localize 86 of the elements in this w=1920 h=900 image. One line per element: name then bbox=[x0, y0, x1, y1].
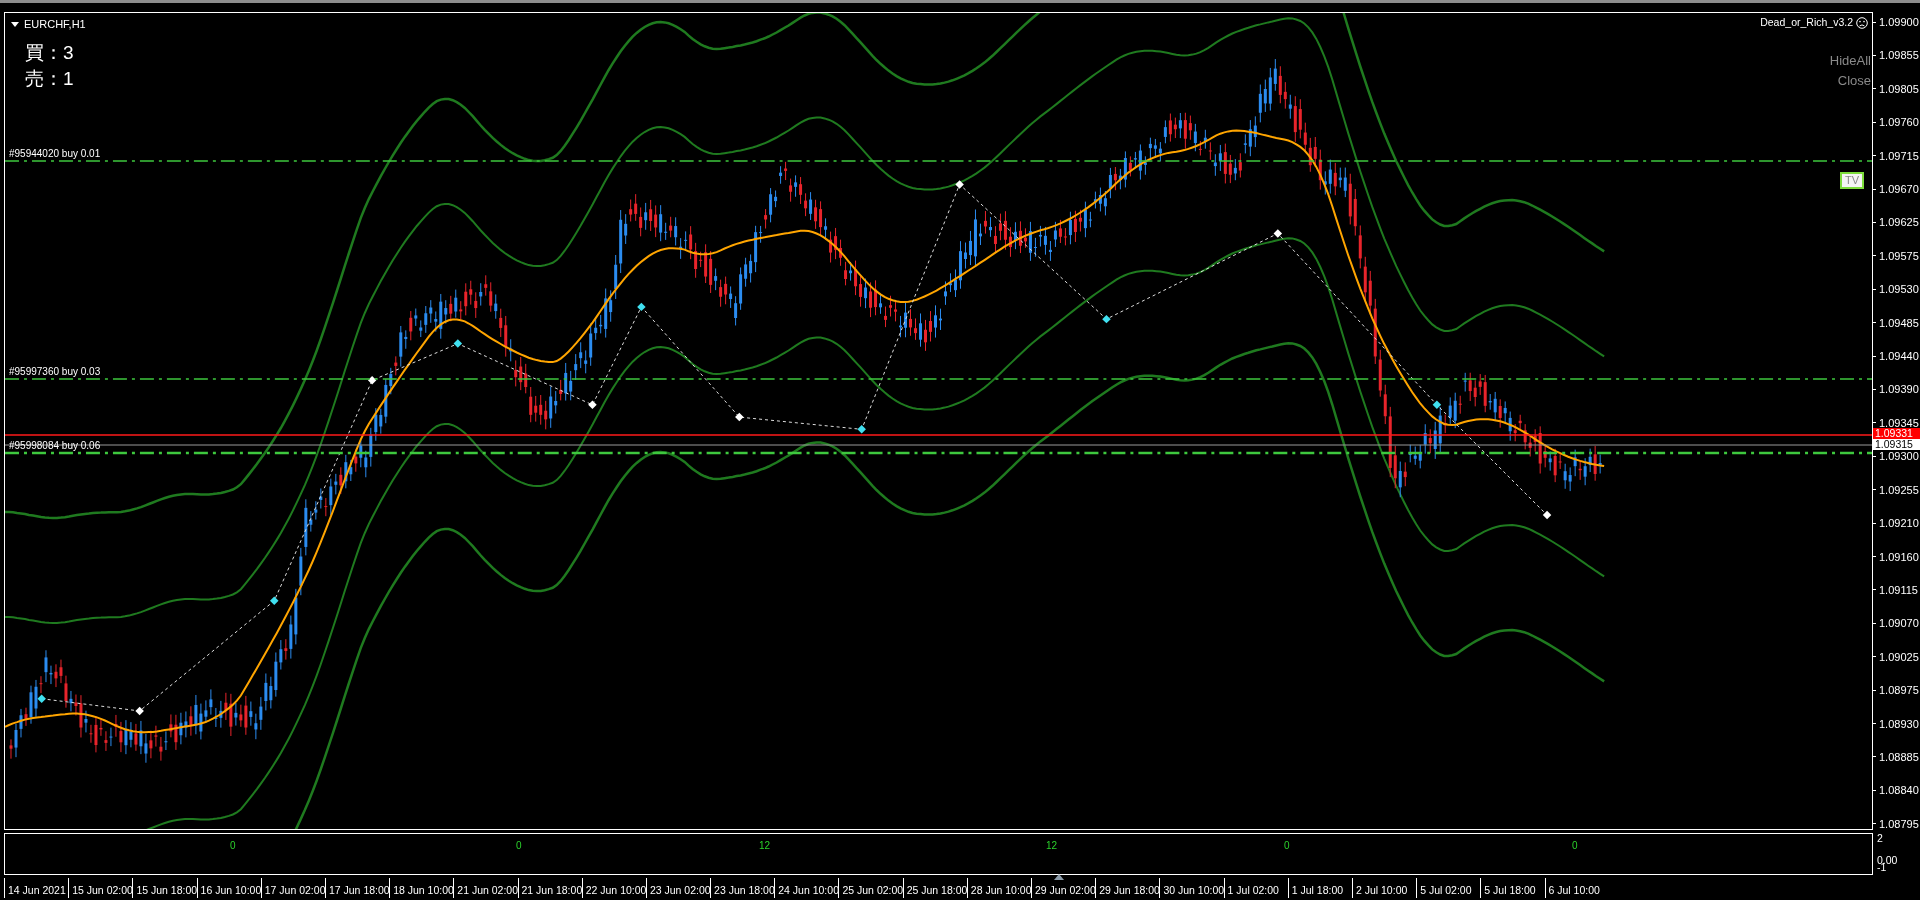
price-tick: 1.09805 bbox=[1879, 82, 1919, 95]
chart-title: EURCHF,H1 bbox=[24, 17, 86, 32]
diamond-marker bbox=[588, 400, 597, 410]
price-tick: 1.09760 bbox=[1879, 116, 1919, 129]
diamond-marker bbox=[270, 596, 279, 605]
indicator-label: 0 bbox=[1572, 839, 1578, 853]
price-tick: 1.08930 bbox=[1879, 717, 1919, 730]
time-label: 17 Jun 18:00 bbox=[324, 878, 390, 898]
indicator-scale: 2 bbox=[1877, 833, 1883, 844]
time-label: 28 Jun 10:00 bbox=[966, 878, 1031, 898]
order-label: #95944020 buy 0.01 bbox=[9, 147, 101, 161]
time-label: 16 Jun 10:00 bbox=[196, 878, 261, 898]
price-tick: 1.09900 bbox=[1879, 16, 1919, 28]
time-label: 21 Jun 02:00 bbox=[453, 878, 518, 898]
diamond-marker bbox=[1542, 510, 1552, 520]
price-tick: 1.09160 bbox=[1879, 550, 1919, 563]
position-count: 買：3 bbox=[25, 41, 74, 65]
indicator-label: 0 bbox=[1284, 839, 1290, 853]
diamond-marker bbox=[135, 706, 144, 716]
time-label: 6 Jul 10:00 bbox=[1544, 878, 1609, 898]
price-tick: 1.09485 bbox=[1879, 316, 1919, 329]
indicator-label: 0 bbox=[230, 839, 236, 853]
diamond-marker bbox=[1432, 400, 1442, 410]
price-tick: 1.09715 bbox=[1879, 149, 1919, 162]
price-tick: 1.09855 bbox=[1879, 49, 1919, 62]
price-tick: 1.09025 bbox=[1879, 650, 1919, 663]
time-label: 24 Jun 10:00 bbox=[774, 878, 839, 898]
diamond-marker bbox=[955, 180, 964, 189]
time-label: 2 Jul 10:00 bbox=[1351, 878, 1417, 898]
time-label: 14 Jun 2021 bbox=[4, 878, 69, 898]
scroll-marker-icon[interactable] bbox=[1054, 874, 1064, 880]
indicator-label: 0 bbox=[516, 839, 522, 853]
price-tick: 1.09255 bbox=[1879, 483, 1919, 496]
diamond-marker bbox=[637, 302, 646, 312]
caret-icon[interactable] bbox=[11, 21, 19, 27]
price-tick: 1.09670 bbox=[1879, 183, 1919, 196]
time-label: 15 Jun 18:00 bbox=[132, 878, 197, 898]
bid-price-tag: 1.09331 bbox=[1873, 428, 1920, 439]
price-tick: 1.08885 bbox=[1879, 750, 1919, 763]
price-tick: 1.08975 bbox=[1879, 684, 1919, 697]
price-tick: 1.09625 bbox=[1879, 216, 1919, 229]
position-count: 売：1 bbox=[25, 67, 74, 91]
time-label: 1 Jul 02:00 bbox=[1223, 878, 1288, 898]
indicator-label: 12 bbox=[1046, 839, 1058, 853]
order-label: #95997360 buy 0.03 bbox=[9, 365, 101, 379]
diamond-marker bbox=[857, 425, 866, 434]
price-tick: 1.08795 bbox=[1879, 817, 1919, 830]
order-label: #95998084 buy 0.06 bbox=[9, 439, 101, 453]
time-label: 23 Jun 02:00 bbox=[645, 878, 711, 898]
time-label: 30 Jun 10:00 bbox=[1159, 878, 1224, 898]
price-tick: 1.09210 bbox=[1879, 517, 1919, 530]
price-tick: 1.08840 bbox=[1879, 784, 1919, 797]
price-tick: 1.09300 bbox=[1879, 450, 1919, 463]
time-label: 21 Jun 18:00 bbox=[517, 878, 582, 898]
time-label: 5 Jul 02:00 bbox=[1416, 878, 1481, 898]
time-label: 29 Jun 18:00 bbox=[1095, 878, 1160, 898]
diamond-marker bbox=[453, 339, 463, 348]
indicator-label: 12 bbox=[759, 839, 771, 853]
diamond-marker bbox=[1102, 314, 1111, 324]
time-label: 23 Jun 18:00 bbox=[710, 878, 775, 898]
time-label: 15 Jun 02:00 bbox=[68, 878, 133, 898]
time-label: 1 Jul 18:00 bbox=[1287, 878, 1352, 898]
frown-face-icon bbox=[1856, 16, 1868, 29]
price-tick: 1.09070 bbox=[1879, 617, 1919, 630]
price-tick: 1.09440 bbox=[1879, 350, 1919, 363]
panel-button[interactable]: Close bbox=[1837, 71, 1871, 91]
last-price-tag: 1.09315 bbox=[1873, 439, 1920, 450]
price-tick: 1.09530 bbox=[1879, 283, 1919, 296]
time-label: 22 Jun 10:00 bbox=[581, 878, 646, 898]
time-label: 18 Jun 10:00 bbox=[389, 878, 454, 898]
tv-button[interactable]: TV bbox=[1839, 172, 1864, 189]
price-tick: 1.09575 bbox=[1879, 249, 1919, 262]
time-label: 25 Jun 18:00 bbox=[902, 878, 967, 898]
diamond-marker bbox=[37, 694, 46, 703]
diamond-marker bbox=[1273, 229, 1283, 238]
time-label: 25 Jun 02:00 bbox=[838, 878, 903, 898]
price-tick: 1.09345 bbox=[1879, 416, 1919, 429]
time-label: 5 Jul 18:00 bbox=[1480, 878, 1545, 898]
panel-button[interactable]: HideAll bbox=[1829, 51, 1871, 71]
diamond-marker bbox=[367, 376, 377, 385]
expert-name: Dead_or_Rich_v3.2 bbox=[1760, 15, 1853, 30]
diamond-marker bbox=[735, 412, 744, 422]
price-tick: 1.09115 bbox=[1879, 583, 1918, 596]
price-tick: 1.09390 bbox=[1879, 383, 1919, 396]
indicator-scale: -1 bbox=[1877, 862, 1887, 873]
time-label: 17 Jun 02:00 bbox=[260, 878, 325, 898]
